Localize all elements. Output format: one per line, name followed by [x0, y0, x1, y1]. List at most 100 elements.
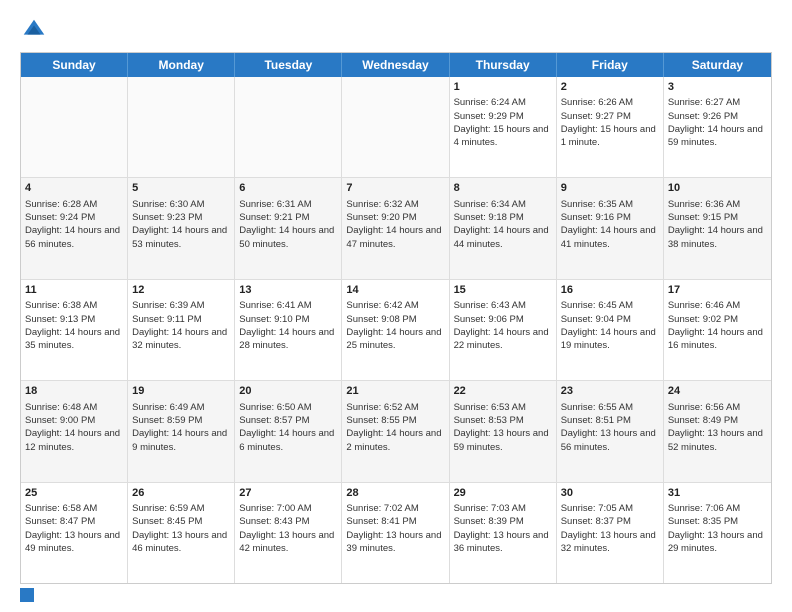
calendar-cell: 21Sunrise: 6:52 AMSunset: 8:55 PMDayligh…	[342, 381, 449, 481]
day-number: 20	[239, 384, 337, 399]
sunset-text: Sunset: 8:51 PM	[561, 415, 631, 426]
sunset-text: Sunset: 9:24 PM	[25, 212, 95, 223]
sunrise-text: Sunrise: 6:42 AM	[346, 300, 418, 311]
calendar-row: 1Sunrise: 6:24 AMSunset: 9:29 PMDaylight…	[21, 77, 771, 177]
day-number: 29	[454, 486, 552, 501]
sunrise-text: Sunrise: 6:24 AM	[454, 97, 526, 108]
sunset-text: Sunset: 8:57 PM	[239, 415, 309, 426]
day-number: 25	[25, 486, 123, 501]
sunrise-text: Sunrise: 6:26 AM	[561, 97, 633, 108]
sunrise-text: Sunrise: 6:30 AM	[132, 199, 204, 210]
daylight-text: Daylight: 13 hours and 39 minutes.	[346, 530, 441, 554]
calendar-header-cell: Saturday	[664, 53, 771, 77]
day-number: 9	[561, 181, 659, 196]
sunrise-text: Sunrise: 6:41 AM	[239, 300, 311, 311]
sunset-text: Sunset: 9:04 PM	[561, 314, 631, 325]
sunrise-text: Sunrise: 7:00 AM	[239, 503, 311, 514]
day-number: 2	[561, 80, 659, 95]
calendar-cell: 2Sunrise: 6:26 AMSunset: 9:27 PMDaylight…	[557, 77, 664, 177]
legend-color-box	[20, 588, 34, 602]
calendar-cell: 7Sunrise: 6:32 AMSunset: 9:20 PMDaylight…	[342, 178, 449, 278]
daylight-text: Daylight: 15 hours and 1 minute.	[561, 124, 656, 148]
sunset-text: Sunset: 9:11 PM	[132, 314, 202, 325]
calendar-cell: 19Sunrise: 6:49 AMSunset: 8:59 PMDayligh…	[128, 381, 235, 481]
daylight-text: Daylight: 13 hours and 56 minutes.	[561, 428, 656, 452]
calendar-cell: 1Sunrise: 6:24 AMSunset: 9:29 PMDaylight…	[450, 77, 557, 177]
sunrise-text: Sunrise: 6:58 AM	[25, 503, 97, 514]
sunrise-text: Sunrise: 6:39 AM	[132, 300, 204, 311]
calendar-cell: 17Sunrise: 6:46 AMSunset: 9:02 PMDayligh…	[664, 280, 771, 380]
calendar-cell: 12Sunrise: 6:39 AMSunset: 9:11 PMDayligh…	[128, 280, 235, 380]
daylight-text: Daylight: 14 hours and 16 minutes.	[668, 327, 763, 351]
daylight-text: Daylight: 14 hours and 9 minutes.	[132, 428, 227, 452]
day-number: 18	[25, 384, 123, 399]
calendar-cell: 31Sunrise: 7:06 AMSunset: 8:35 PMDayligh…	[664, 483, 771, 583]
day-number: 30	[561, 486, 659, 501]
calendar-header-cell: Sunday	[21, 53, 128, 77]
calendar-cell	[235, 77, 342, 177]
sunset-text: Sunset: 9:29 PM	[454, 111, 524, 122]
calendar-cell: 13Sunrise: 6:41 AMSunset: 9:10 PMDayligh…	[235, 280, 342, 380]
calendar-cell	[342, 77, 449, 177]
sunset-text: Sunset: 9:08 PM	[346, 314, 416, 325]
daylight-text: Daylight: 14 hours and 32 minutes.	[132, 327, 227, 351]
calendar-cell	[128, 77, 235, 177]
sunset-text: Sunset: 8:37 PM	[561, 516, 631, 527]
sunset-text: Sunset: 8:49 PM	[668, 415, 738, 426]
sunrise-text: Sunrise: 6:46 AM	[668, 300, 740, 311]
calendar-cell: 6Sunrise: 6:31 AMSunset: 9:21 PMDaylight…	[235, 178, 342, 278]
logo-icon	[20, 16, 48, 44]
sunrise-text: Sunrise: 6:50 AM	[239, 402, 311, 413]
calendar-body: 1Sunrise: 6:24 AMSunset: 9:29 PMDaylight…	[21, 77, 771, 583]
day-number: 31	[668, 486, 767, 501]
calendar-row: 11Sunrise: 6:38 AMSunset: 9:13 PMDayligh…	[21, 279, 771, 380]
daylight-text: Daylight: 13 hours and 42 minutes.	[239, 530, 334, 554]
sunset-text: Sunset: 9:02 PM	[668, 314, 738, 325]
daylight-text: Daylight: 14 hours and 28 minutes.	[239, 327, 334, 351]
daylight-text: Daylight: 14 hours and 19 minutes.	[561, 327, 656, 351]
sunrise-text: Sunrise: 7:05 AM	[561, 503, 633, 514]
day-number: 28	[346, 486, 444, 501]
calendar-header-cell: Monday	[128, 53, 235, 77]
day-number: 13	[239, 283, 337, 298]
sunset-text: Sunset: 9:20 PM	[346, 212, 416, 223]
daylight-text: Daylight: 13 hours and 36 minutes.	[454, 530, 549, 554]
sunrise-text: Sunrise: 7:02 AM	[346, 503, 418, 514]
day-number: 26	[132, 486, 230, 501]
calendar-cell: 11Sunrise: 6:38 AMSunset: 9:13 PMDayligh…	[21, 280, 128, 380]
sunrise-text: Sunrise: 6:48 AM	[25, 402, 97, 413]
calendar-header-cell: Wednesday	[342, 53, 449, 77]
daylight-text: Daylight: 14 hours and 25 minutes.	[346, 327, 441, 351]
sunrise-text: Sunrise: 6:49 AM	[132, 402, 204, 413]
daylight-text: Daylight: 14 hours and 35 minutes.	[25, 327, 120, 351]
day-number: 3	[668, 80, 767, 95]
calendar-row: 18Sunrise: 6:48 AMSunset: 9:00 PMDayligh…	[21, 380, 771, 481]
daylight-text: Daylight: 15 hours and 4 minutes.	[454, 124, 549, 148]
daylight-text: Daylight: 14 hours and 41 minutes.	[561, 225, 656, 249]
day-number: 15	[454, 283, 552, 298]
day-number: 21	[346, 384, 444, 399]
sunset-text: Sunset: 8:35 PM	[668, 516, 738, 527]
daylight-text: Daylight: 13 hours and 49 minutes.	[25, 530, 120, 554]
sunrise-text: Sunrise: 6:28 AM	[25, 199, 97, 210]
calendar-cell: 28Sunrise: 7:02 AMSunset: 8:41 PMDayligh…	[342, 483, 449, 583]
day-number: 7	[346, 181, 444, 196]
daylight-text: Daylight: 14 hours and 50 minutes.	[239, 225, 334, 249]
day-number: 16	[561, 283, 659, 298]
sunset-text: Sunset: 9:06 PM	[454, 314, 524, 325]
day-number: 19	[132, 384, 230, 399]
page: SundayMondayTuesdayWednesdayThursdayFrid…	[0, 0, 792, 612]
daylight-text: Daylight: 14 hours and 12 minutes.	[25, 428, 120, 452]
calendar-cell: 5Sunrise: 6:30 AMSunset: 9:23 PMDaylight…	[128, 178, 235, 278]
sunset-text: Sunset: 8:45 PM	[132, 516, 202, 527]
calendar-cell: 4Sunrise: 6:28 AMSunset: 9:24 PMDaylight…	[21, 178, 128, 278]
calendar-header: SundayMondayTuesdayWednesdayThursdayFrid…	[21, 53, 771, 77]
sunset-text: Sunset: 9:23 PM	[132, 212, 202, 223]
calendar-cell: 29Sunrise: 7:03 AMSunset: 8:39 PMDayligh…	[450, 483, 557, 583]
calendar-cell: 16Sunrise: 6:45 AMSunset: 9:04 PMDayligh…	[557, 280, 664, 380]
sunset-text: Sunset: 9:26 PM	[668, 111, 738, 122]
daylight-text: Daylight: 14 hours and 2 minutes.	[346, 428, 441, 452]
header	[20, 16, 772, 44]
sunrise-text: Sunrise: 6:38 AM	[25, 300, 97, 311]
sunrise-text: Sunrise: 6:52 AM	[346, 402, 418, 413]
